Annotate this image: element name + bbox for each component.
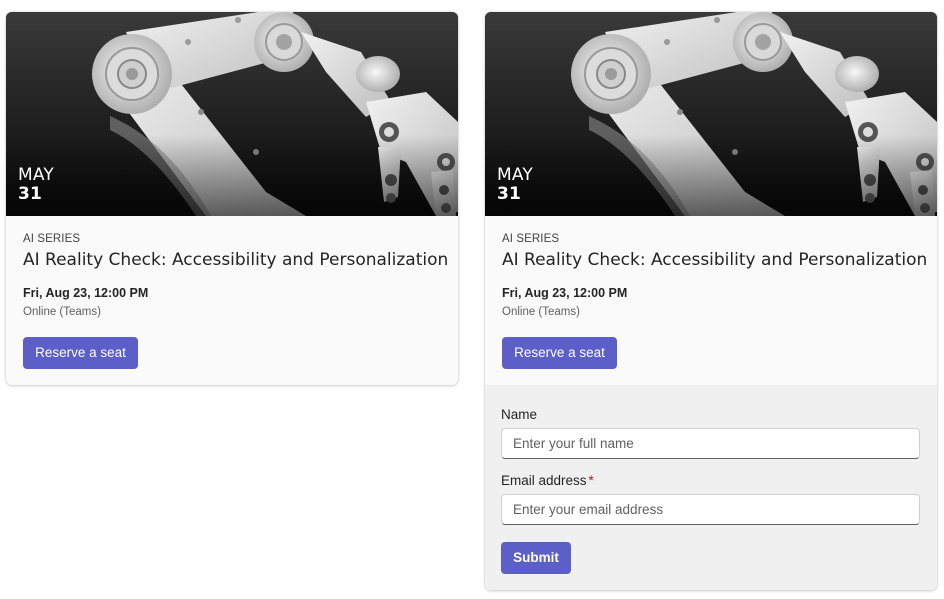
name-label-text: Name [501,407,538,422]
reserve-seat-button[interactable]: Reserve a seat [502,337,617,369]
event-datetime: Fri, Aug 23, 12:00 PM [23,286,149,300]
date-month: MAY [18,165,54,185]
robot-arm-image [6,12,458,216]
date-day: 31 [497,184,522,204]
event-hero-image: MAY 31 [6,12,458,216]
robot-arm-image [485,12,937,216]
email-label-text: Email address [501,473,587,488]
event-series: AI SERIES [502,233,560,245]
date-badge: MAY 31 [18,166,54,204]
email-label: Email address * [501,473,594,488]
email-input[interactable] [501,494,920,525]
reserve-seat-button[interactable]: Reserve a seat [23,337,138,369]
name-input[interactable] [501,428,920,459]
event-location: Online (Teams) [502,306,580,318]
date-day: 31 [18,184,43,204]
event-location: Online (Teams) [23,306,101,318]
registration-form: Name Email address* Submit [485,385,937,590]
submit-button[interactable]: Submit [501,542,571,574]
event-title: AI Reality Check: Accessibility and Pers… [502,250,928,270]
event-series: AI SERIES [23,233,81,245]
event-card-expanded: MAY 31 AI SERIES AI Reality Check: Acces… [485,12,937,590]
event-card: MAY 31 AI SERIES AI Reality Check: Acces… [6,12,458,385]
event-hero-image: MAY 31 [485,12,937,216]
event-datetime: Fri, Aug 23, 12:00 PM [502,286,628,300]
required-marker: * [588,473,594,488]
name-label: Name [501,407,537,422]
event-title: AI Reality Check: Accessibility and Pers… [23,250,449,270]
date-month: MAY [497,165,533,185]
date-badge: MAY 31 [497,166,533,204]
